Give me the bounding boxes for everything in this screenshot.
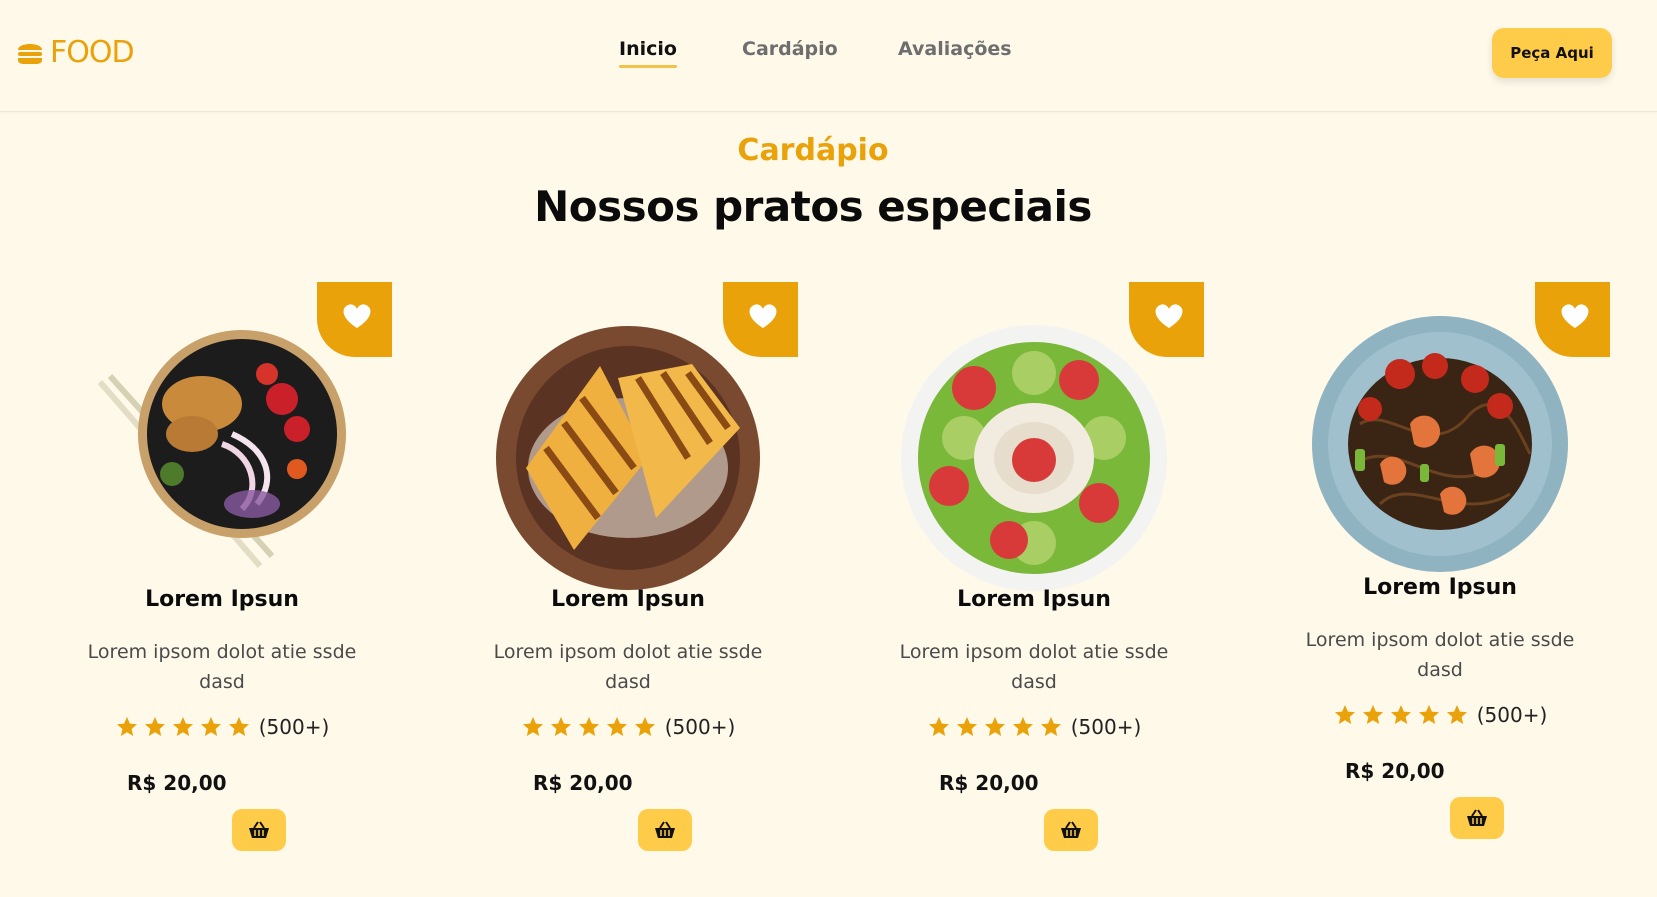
section-title: Nossos pratos especiais bbox=[534, 182, 1092, 231]
star-icon bbox=[1362, 705, 1383, 724]
order-button[interactable]: Peça Aqui bbox=[1492, 28, 1612, 78]
star-icon bbox=[1012, 717, 1033, 736]
rating-count: (500+) bbox=[664, 715, 736, 739]
basket-icon bbox=[1467, 809, 1487, 826]
rating-count: (500+) bbox=[258, 715, 330, 739]
basket-icon bbox=[249, 821, 269, 838]
dish-description: Lorem ipsom dolot atie ssde dasd bbox=[899, 641, 1169, 693]
star-icon bbox=[578, 717, 599, 736]
basket-icon bbox=[655, 821, 675, 838]
nav-avaliacoes[interactable]: Avaliações bbox=[898, 38, 1012, 60]
dish-image-poke-bowl bbox=[97, 330, 346, 568]
dish-card: Lorem Ipsun Lorem ipsom dolot atie ssde … bbox=[864, 282, 1204, 862]
star-icon bbox=[928, 717, 949, 736]
dish-price: R$ 20,00 bbox=[1345, 759, 1445, 783]
nav-cardapio[interactable]: Cardápio bbox=[742, 38, 838, 60]
star-icon bbox=[1040, 717, 1061, 736]
dish-name: Lorem Ipsun bbox=[1363, 575, 1517, 600]
star-icon bbox=[634, 717, 655, 736]
dish-rating: (500+) bbox=[52, 715, 392, 739]
rating-count: (500+) bbox=[1476, 703, 1548, 727]
star-icon bbox=[606, 717, 627, 736]
dish-name: Lorem Ipsun bbox=[145, 587, 299, 612]
star-icon bbox=[228, 717, 249, 736]
dish-description: Lorem ipsom dolot atie ssde dasd bbox=[87, 641, 357, 693]
dish-name: Lorem Ipsun bbox=[551, 587, 705, 612]
add-to-cart-button[interactable] bbox=[638, 809, 692, 851]
dish-image-grilled-sandwich bbox=[496, 326, 760, 590]
dish-price: R$ 20,00 bbox=[127, 771, 227, 795]
star-icon bbox=[200, 717, 221, 736]
star-icon bbox=[984, 717, 1005, 736]
star-icon bbox=[1390, 705, 1411, 724]
main-nav: Inicio Cardápio Avaliações bbox=[0, 38, 1657, 74]
dish-rating: (500+) bbox=[864, 715, 1204, 739]
star-icon bbox=[172, 717, 193, 736]
star-icon bbox=[1334, 705, 1355, 724]
site-header: FOOD Inicio Cardápio Avaliações Peça Aqu… bbox=[0, 0, 1657, 112]
add-to-cart-button[interactable] bbox=[1450, 797, 1504, 839]
dish-rating: (500+) bbox=[458, 715, 798, 739]
star-icon bbox=[1418, 705, 1439, 724]
star-icon bbox=[1446, 705, 1467, 724]
dish-rating: (500+) bbox=[1270, 703, 1610, 727]
star-icon bbox=[116, 717, 137, 736]
add-to-cart-button[interactable] bbox=[1044, 809, 1098, 851]
dish-card: Lorem Ipsun Lorem ipsom dolot atie ssde … bbox=[458, 282, 798, 862]
dish-price: R$ 20,00 bbox=[533, 771, 633, 795]
rating-count: (500+) bbox=[1070, 715, 1142, 739]
dish-card: Lorem Ipsun Lorem ipsom dolot atie ssde … bbox=[52, 282, 392, 862]
dish-card: Lorem Ipsun Lorem ipsom dolot atie ssde … bbox=[1270, 282, 1610, 862]
star-icon bbox=[550, 717, 571, 736]
dish-description: Lorem ipsom dolot atie ssde dasd bbox=[493, 641, 763, 693]
dish-price: R$ 20,00 bbox=[939, 771, 1039, 795]
nav-inicio[interactable]: Inicio bbox=[619, 38, 677, 68]
section-kicker: Cardápio bbox=[737, 133, 889, 168]
dish-name: Lorem Ipsun bbox=[957, 587, 1111, 612]
add-to-cart-button[interactable] bbox=[232, 809, 286, 851]
dish-image-smoothie-bowl bbox=[901, 325, 1167, 591]
dish-description: Lorem ipsom dolot atie ssde dasd bbox=[1305, 629, 1575, 681]
basket-icon bbox=[1061, 821, 1081, 838]
star-icon bbox=[144, 717, 165, 736]
star-icon bbox=[522, 717, 543, 736]
star-icon bbox=[956, 717, 977, 736]
dish-image-shrimp-noodles bbox=[1312, 316, 1568, 572]
